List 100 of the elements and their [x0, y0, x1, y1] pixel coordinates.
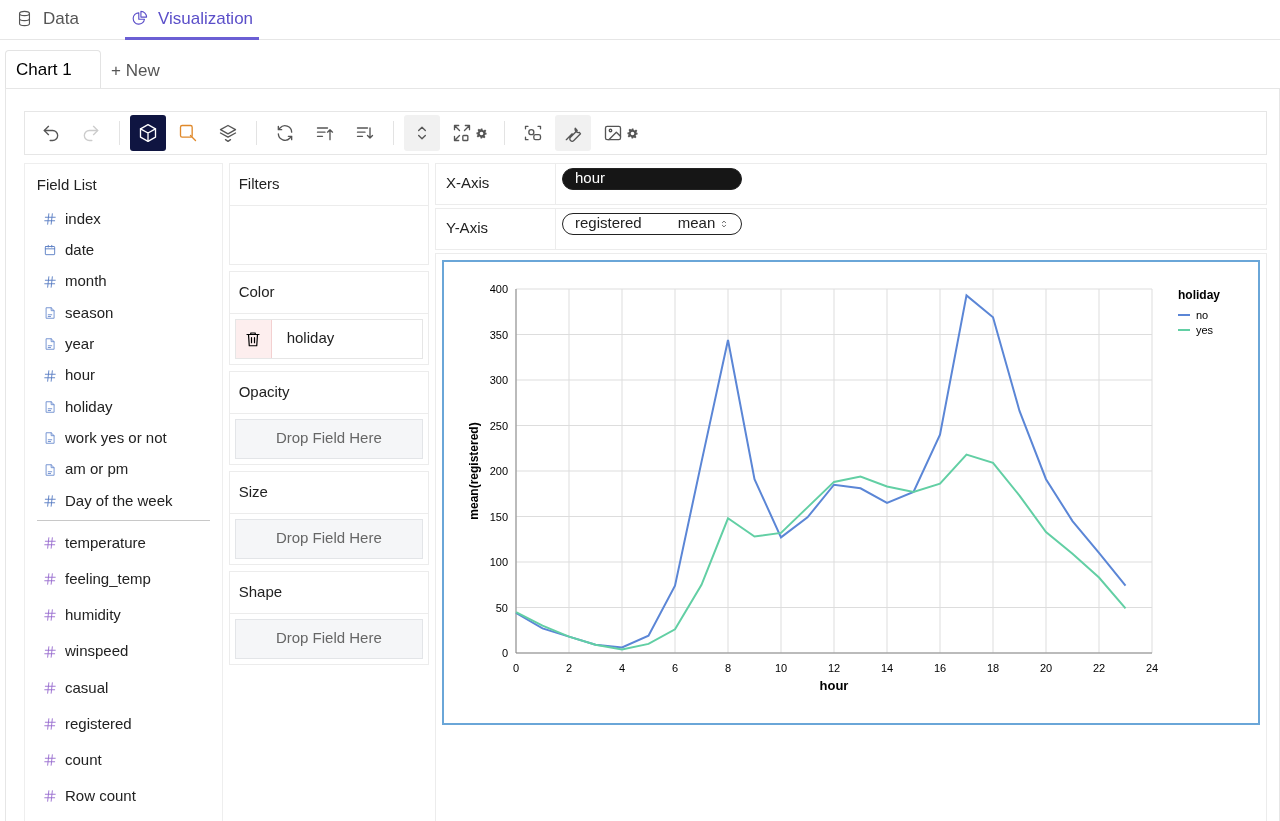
field-item[interactable]: hour [33, 360, 214, 392]
field-item[interactable]: Row count [33, 778, 214, 815]
document-icon [43, 306, 57, 321]
document-icon [43, 431, 57, 446]
field-item[interactable]: casual [33, 669, 214, 706]
document-icon [43, 462, 57, 477]
field-item[interactable]: feeling_temp [33, 561, 214, 598]
x-tick-label: 14 [880, 661, 894, 674]
field-pill[interactable]: registered mean [562, 212, 742, 235]
legend-title: holiday [1178, 287, 1220, 302]
x-tick-label: 4 [618, 661, 626, 674]
field-item[interactable]: date [33, 234, 214, 267]
field-item[interactable]: am or pm [33, 453, 214, 486]
delete-button[interactable] [235, 319, 272, 358]
search-icon [178, 123, 198, 143]
encoding-title: Size [229, 471, 428, 514]
x-axis-title: hour [819, 677, 849, 693]
hash-icon [43, 536, 57, 551]
x-tick-label: 18 [986, 661, 1000, 674]
calendar-icon [43, 243, 57, 258]
field-item[interactable]: month [33, 266, 214, 298]
encoding-title: Shape [229, 571, 428, 614]
hash-icon [43, 572, 57, 587]
y-tick-label: 300 [489, 373, 508, 386]
drop-zone[interactable]: Drop Field Here [234, 418, 423, 459]
tab[interactable]: Visualization [124, 0, 260, 40]
hash-icon [43, 789, 57, 804]
drop-zone[interactable]: Drop Field Here [234, 618, 423, 659]
field-item[interactable]: year [33, 328, 214, 360]
x-tick-label: 2 [565, 661, 573, 674]
field-item[interactable]: humidity [33, 597, 214, 634]
chart-tab[interactable]: Chart 1 [5, 50, 101, 88]
chevrons-icon [719, 218, 729, 229]
undo-icon [41, 123, 61, 143]
hash-icon [43, 368, 57, 383]
hash-icon [43, 644, 57, 659]
layers-icon [218, 123, 238, 143]
x-tick-label: 8 [724, 661, 732, 674]
x-tick-label: 0 [512, 661, 520, 674]
encoding-title: Opacity [229, 371, 428, 414]
hash-icon [43, 212, 57, 227]
hash-icon [43, 274, 57, 289]
y-axis-title: mean(registered) [467, 421, 481, 520]
hash-icon [43, 608, 57, 623]
axis-label: Y-Axis [436, 208, 556, 249]
drop-zone[interactable]: Drop Field Here [234, 518, 423, 559]
wrench-button[interactable] [555, 115, 591, 151]
x-tick-label: 22 [1092, 661, 1106, 674]
redo-icon [81, 123, 101, 143]
field-item[interactable]: winspeed [33, 633, 214, 670]
gear-icon [475, 127, 487, 139]
hash-icon [43, 680, 57, 695]
field-item[interactable]: Day of the week [33, 485, 214, 517]
database-icon [16, 10, 33, 27]
y-tick-label: 350 [489, 328, 508, 340]
chevrons-button[interactable] [404, 115, 440, 151]
encoding-title: Color [229, 271, 428, 314]
cube-icon [138, 123, 158, 143]
legend-label: no [1196, 308, 1209, 321]
hash-icon [43, 717, 57, 731]
gear-icon [626, 127, 638, 139]
field-item[interactable]: temperature [33, 524, 214, 562]
y-tick-label: 150 [489, 510, 508, 522]
field-item[interactable]: work yes or not [33, 422, 214, 454]
hash-icon [43, 493, 57, 508]
x-tick-label: 6 [671, 661, 679, 674]
scan-icon [523, 123, 543, 143]
image-icon [602, 123, 623, 143]
y-tick-label: 50 [495, 601, 508, 613]
field-item[interactable]: index [33, 203, 214, 235]
field-pill[interactable]: hour [562, 167, 742, 190]
panel-title: Field List [35, 174, 98, 195]
field-chip[interactable]: holiday [234, 318, 423, 359]
document-icon [43, 399, 57, 414]
field-item[interactable]: season [33, 297, 214, 329]
cube-button[interactable] [130, 115, 166, 151]
field-item[interactable]: count [33, 742, 214, 779]
y-tick-label: 200 [489, 464, 508, 477]
pie-chart-icon [130, 10, 148, 27]
x-tick-label: 16 [933, 661, 947, 674]
x-tick-label: 24 [1145, 661, 1159, 674]
axis-label: X-Axis [436, 163, 556, 204]
x-tick-label: 10 [774, 661, 788, 674]
y-tick-label: 250 [489, 419, 508, 431]
refresh-icon [275, 123, 295, 143]
y-tick-label: 100 [489, 555, 508, 568]
y-tick-label: 0 [501, 646, 508, 659]
field-item[interactable]: registered [33, 705, 214, 743]
encoding-title: Filters [229, 163, 428, 206]
legend-label: yes [1196, 323, 1214, 336]
expand-icon [451, 123, 472, 143]
x-tick-label: 12 [827, 661, 841, 674]
y-tick-label: 400 [489, 282, 508, 295]
document-icon [43, 337, 57, 352]
tab[interactable]: Data [10, 0, 85, 40]
field-item[interactable]: holiday [33, 391, 214, 423]
new-chart-button[interactable]: + New [101, 53, 170, 88]
hash-icon [43, 753, 57, 768]
trash-icon [244, 329, 263, 348]
x-tick-label: 20 [1039, 661, 1053, 674]
